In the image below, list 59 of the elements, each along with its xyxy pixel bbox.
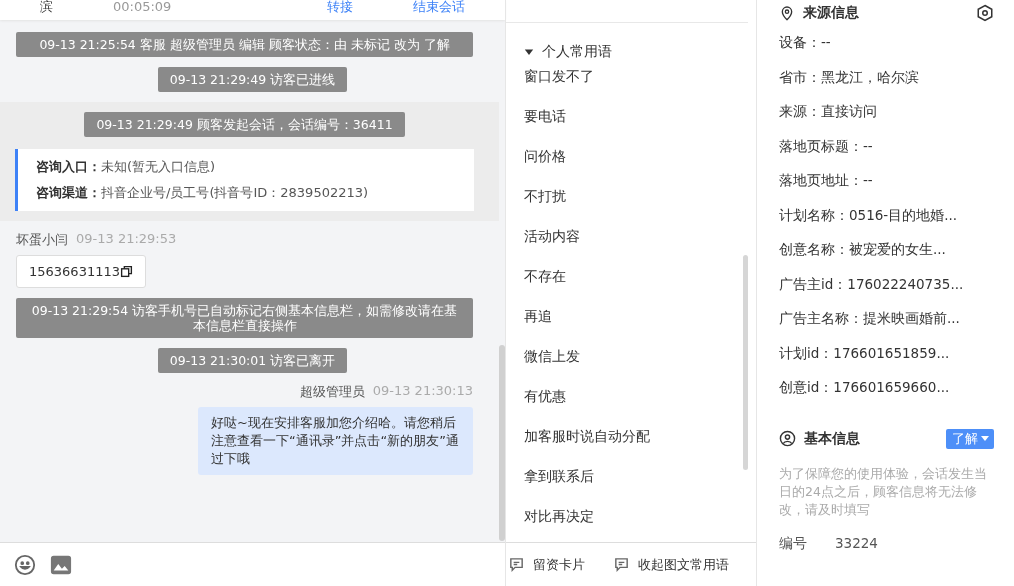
section-title: 基本信息 (804, 429, 861, 448)
field-value: 33224 (835, 534, 878, 553)
scrollbar[interactable] (499, 345, 505, 541)
info-row-text: 广告主id：176022240735... (779, 274, 965, 294)
info-row-text: 落地页地址：-- (779, 171, 874, 190)
location-pin-icon (779, 5, 795, 21)
comment-icon (508, 556, 525, 573)
phrase-item[interactable]: 有优惠 (524, 387, 756, 427)
system-message: 09-13 21:29:54 访客手机号已自动标记右侧基本信息栏，如需修改请在基本信息栏直接操作 (16, 298, 473, 338)
emoji-icon (14, 553, 36, 576)
phrase-item[interactable]: 微信上发 (524, 347, 756, 387)
message-text: 15636631113 (29, 264, 120, 279)
header-link[interactable]: 结束会话 (413, 0, 465, 14)
phrase-item[interactable]: 窗口发不了 (524, 67, 756, 107)
info-line: 咨询渠道：抖音企业号/员工号(抖音号ID：2839502213) (36, 184, 370, 202)
system-message: 09-13 21:29:49 访客已进线 (157, 67, 348, 92)
phrase-group[interactable]: 个人常用语 (506, 23, 756, 61)
header-text: 滨 (40, 0, 53, 14)
sender-name: 坏蛋小闫 (16, 231, 68, 249)
section-title: 来源信息 (803, 4, 860, 22)
footer-button[interactable]: 留资卡片 (508, 555, 585, 574)
phrase-item[interactable]: 要电话 (524, 107, 756, 147)
scrollbar[interactable] (743, 255, 748, 470)
info-row-text: 广告主名称：提米映画婚前... (779, 309, 961, 328)
info-line: 咨询入口：未知(暂无入口信息) (36, 158, 217, 176)
sender-name: 超级管理员 (299, 383, 365, 401)
footer-button[interactable]: 收起图文常用语 (613, 555, 729, 574)
phrase-item[interactable]: 活动内容 (524, 227, 756, 267)
user-icon (779, 430, 796, 447)
phrase-item[interactable]: 拿到联系后 (524, 467, 756, 507)
phrase-item[interactable]: 不存在 (524, 267, 756, 307)
info-row-text: 设备：-- (779, 33, 832, 52)
phrase-item[interactable]: 不打扰 (524, 187, 756, 227)
info-row-text: 来源：直接访问 (779, 102, 878, 121)
message-bubble: 好哒~现在安排客服加您介绍哈。请您稍后注意查看一下“通讯录”并点击“新的朋友”通过下哦 (198, 407, 473, 475)
system-message: 09-13 21:25:54 客服 超级管理员 编辑 顾客状态：由 未标记 改为 了解 (16, 32, 473, 57)
message-time: 09-13 21:30:13 (372, 383, 473, 400)
phrase-item[interactable]: 问价格 (524, 147, 756, 187)
system-message: 09-13 21:30:01 访客已离开 (157, 348, 348, 373)
info-row-text: 创意id：176601659660... (779, 378, 951, 397)
system-message: 09-13 21:29:49 顾客发起会话，会话编号：36411 (84, 112, 405, 137)
header-link[interactable]: 转接 (327, 0, 353, 14)
caret-icon (981, 435, 989, 442)
header-text: 00:05:09 (113, 0, 172, 14)
info-row-text: 计划id：176601651859... (779, 343, 951, 363)
phrase-item[interactable]: 再追 (524, 307, 756, 347)
field-label: 编号 (779, 534, 807, 553)
info-row-text: 落地页标题：-- (779, 136, 874, 156)
info-row-text: 计划名称：0516-目的地婚... (779, 205, 959, 225)
image-icon (50, 553, 72, 576)
settings-icon (976, 4, 994, 22)
phrase-item[interactable]: 对比再决定 (524, 507, 756, 542)
comment-icon (613, 556, 630, 573)
message-time: 09-13 21:29:53 (76, 231, 177, 248)
info-row-text: 创意名称：被宠爱的女生... (779, 240, 947, 259)
phrase-item[interactable]: 加客服时说自动分配 (524, 427, 756, 467)
info-row-text: 省市：黑龙江，哈尔滨 (779, 67, 920, 87)
hint-text: 为了保障您的使用体验，会话发生当日的24点之后，顾客信息将无法修改，请及时填写 (779, 464, 988, 519)
copy-icon (120, 265, 133, 278)
